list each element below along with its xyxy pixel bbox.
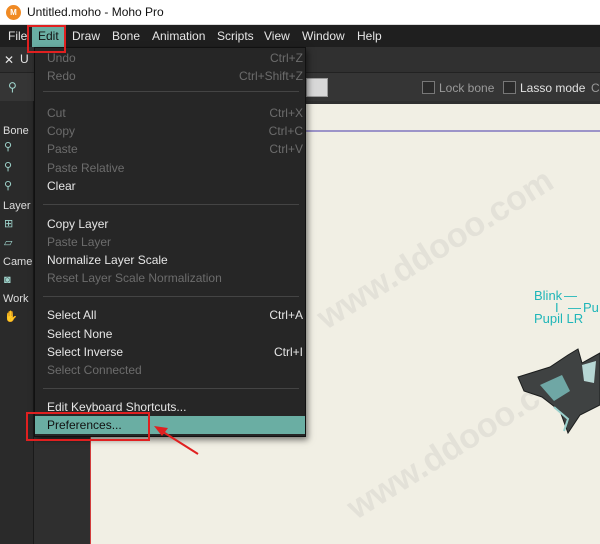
lasso-mode-label: Lasso mode bbox=[520, 81, 586, 95]
menu-edit[interactable]: Edit bbox=[32, 25, 65, 47]
transform-bone-icon[interactable]: ⚲ bbox=[4, 161, 18, 173]
menu-item-label: Copy bbox=[47, 124, 76, 138]
bone-tool-icon[interactable]: ⚲ bbox=[8, 80, 26, 94]
transform-layer-icon[interactable]: ⊞ bbox=[4, 218, 18, 230]
edit-menu-dropdown: Undo Ctrl+Z Redo Ctrl+Shift+Z Cut Ctrl+X… bbox=[34, 47, 306, 437]
set-origin-icon[interactable]: ▱ bbox=[4, 237, 18, 249]
sidebar-section-layer: Layer bbox=[3, 200, 31, 212]
menu-item-label: Select Connected bbox=[47, 363, 142, 377]
menu-item-shortcut: Ctrl+Shift+Z bbox=[238, 69, 303, 83]
document-tab[interactable]: U bbox=[20, 52, 29, 66]
menu-scripts[interactable]: Scripts bbox=[211, 25, 260, 47]
menu-item-shortcut: Ctrl+C bbox=[268, 124, 303, 138]
menu-item-label: Paste Relative bbox=[47, 161, 125, 175]
menu-separator bbox=[43, 296, 299, 297]
menu-item-shortcut: Ctrl+I bbox=[273, 345, 303, 359]
menu-item-shortcut: Ctrl+Z bbox=[270, 51, 303, 65]
menu-item-label: Select All bbox=[47, 308, 97, 322]
menu-item-label: Normalize Layer Scale bbox=[47, 253, 168, 267]
lock-bone-checkbox[interactable] bbox=[422, 81, 435, 94]
menu-draw[interactable]: Draw bbox=[66, 25, 106, 47]
menu-item-label: Undo bbox=[47, 51, 76, 65]
menu-bar: File Edit Draw Bone Animation Scripts Vi… bbox=[0, 25, 600, 47]
sidebar-section-bone: Bone bbox=[3, 125, 29, 137]
menu-item-label: Edit Keyboard Shortcuts... bbox=[47, 400, 187, 414]
character-head-drawing[interactable] bbox=[510, 345, 600, 435]
menu-item-copy-layer[interactable]: Copy Layer bbox=[35, 215, 305, 233]
sidebar-section-camera: Came bbox=[3, 256, 33, 268]
value-input[interactable] bbox=[306, 78, 328, 97]
menu-item-cut[interactable]: Cut Ctrl+X bbox=[35, 104, 305, 122]
close-icon[interactable]: ✕ bbox=[4, 53, 14, 67]
menu-item-label: Paste bbox=[47, 142, 78, 156]
menu-item-select-inverse[interactable]: Select Inverse Ctrl+I bbox=[35, 343, 305, 361]
menu-item-reset-layer-scale[interactable]: Reset Layer Scale Normalization bbox=[35, 269, 305, 287]
lasso-mode-checkbox[interactable] bbox=[503, 81, 516, 94]
menu-item-label: Select Inverse bbox=[47, 345, 124, 359]
menu-item-select-none[interactable]: Select None bbox=[35, 325, 305, 343]
menu-item-paste[interactable]: Paste Ctrl+V bbox=[35, 140, 305, 158]
select-bone-icon[interactable]: ⚲ bbox=[4, 141, 18, 153]
menu-item-label: Clear bbox=[47, 179, 76, 193]
menu-item-label: Reset Layer Scale Normalization bbox=[47, 271, 222, 285]
menu-item-paste-relative[interactable]: Paste Relative bbox=[35, 159, 305, 177]
sidebar-section-workspace: Work bbox=[3, 293, 29, 305]
menu-help[interactable]: Help bbox=[351, 25, 388, 47]
add-bone-icon[interactable]: ⚲ bbox=[4, 180, 18, 192]
menu-separator bbox=[43, 388, 299, 389]
toolbar-trailing-label: C bbox=[591, 81, 600, 95]
menu-item-select-all[interactable]: Select All Ctrl+A bbox=[35, 306, 305, 324]
window-title: Untitled.moho - Moho Pro bbox=[27, 5, 164, 19]
menu-item-redo[interactable]: Redo Ctrl+Shift+Z bbox=[35, 67, 305, 85]
menu-item-shortcut: Ctrl+X bbox=[269, 106, 303, 120]
menu-item-edit-keyboard-shortcuts[interactable]: Edit Keyboard Shortcuts... bbox=[35, 398, 305, 416]
menu-item-label: Redo bbox=[47, 69, 76, 83]
menu-file[interactable]: File bbox=[2, 25, 33, 47]
menu-item-label: Preferences... bbox=[47, 418, 122, 432]
camera-icon[interactable]: ◙ bbox=[4, 274, 18, 286]
menu-item-label: Copy Layer bbox=[47, 217, 109, 231]
menu-item-undo[interactable]: Undo Ctrl+Z bbox=[35, 49, 305, 67]
menu-item-select-connected[interactable]: Select Connected bbox=[35, 361, 305, 379]
menu-animation[interactable]: Animation bbox=[146, 25, 211, 47]
menu-item-label: Cut bbox=[47, 106, 66, 120]
menu-item-paste-layer[interactable]: Paste Layer bbox=[35, 233, 305, 251]
menu-view[interactable]: View bbox=[258, 25, 296, 47]
menu-bone[interactable]: Bone bbox=[106, 25, 146, 47]
menu-item-label: Paste Layer bbox=[47, 235, 112, 249]
menu-item-normalize-layer-scale[interactable]: Normalize Layer Scale bbox=[35, 251, 305, 269]
hand-icon[interactable]: ✋ bbox=[4, 311, 18, 323]
menu-separator bbox=[43, 91, 299, 92]
menu-item-clear[interactable]: Clear bbox=[35, 177, 305, 195]
bone-label-pupil-lr[interactable]: Pupil LR bbox=[534, 311, 583, 326]
menu-window[interactable]: Window bbox=[296, 25, 351, 47]
menu-item-copy[interactable]: Copy Ctrl+C bbox=[35, 122, 305, 140]
lock-bone-label: Lock bone bbox=[439, 81, 495, 95]
menu-separator bbox=[43, 204, 299, 205]
moho-app-icon: M bbox=[6, 5, 21, 20]
menu-item-label: Select None bbox=[47, 327, 113, 341]
title-bar: M Untitled.moho - Moho Pro bbox=[0, 0, 600, 25]
bone-label-pu[interactable]: Pu bbox=[583, 300, 599, 315]
annotation-arrow-icon bbox=[154, 426, 199, 455]
menu-item-shortcut: Ctrl+A bbox=[269, 308, 303, 322]
menu-item-shortcut: Ctrl+V bbox=[269, 142, 303, 156]
